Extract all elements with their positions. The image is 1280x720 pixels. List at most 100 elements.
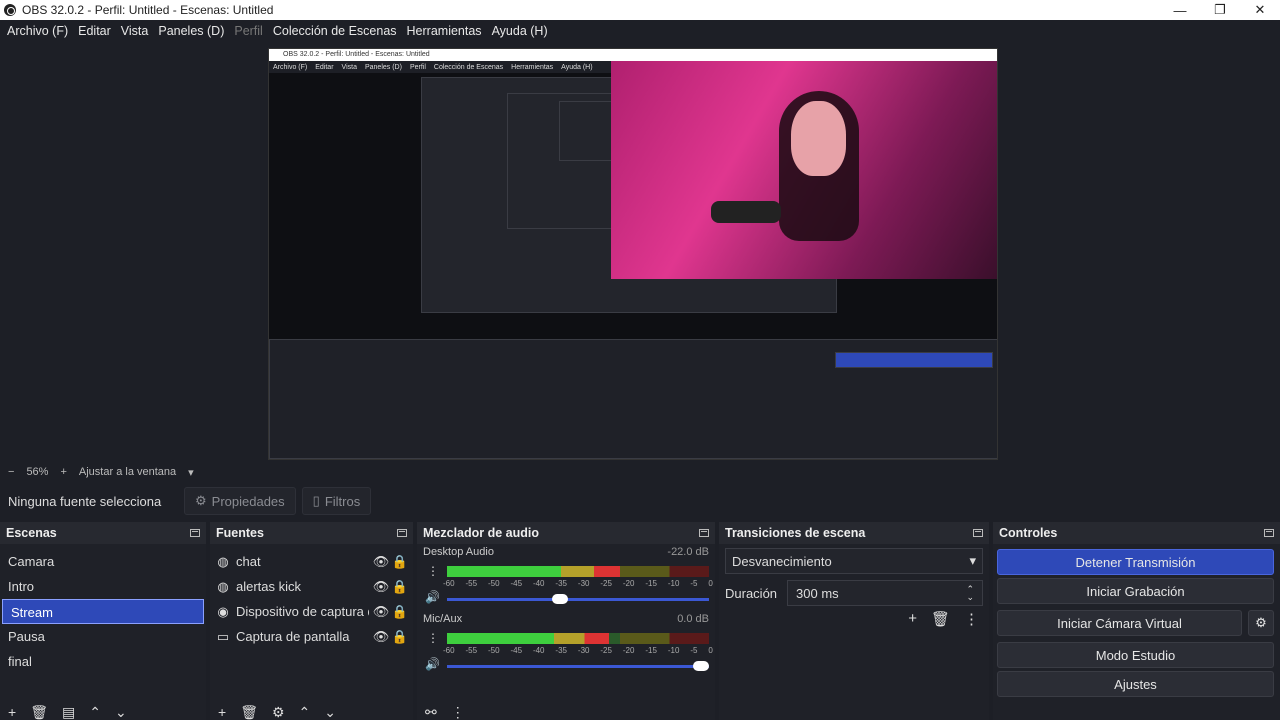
down-icon[interactable]: ⌄ [324,704,336,720]
zoom-out-button[interactable]: − [8,466,14,478]
meter-ticks: -60 -55 -50 -45 -40 -35 -30 -25 -20 -15 -10 -5 0 [443,579,713,588]
source-item-alertas-kick[interactable]: ◍ alertas kick 👁 🔒 [210,574,413,599]
start-recording-button[interactable]: Iniciar Grabación [997,578,1274,604]
scene-item-intro[interactable]: Intro [0,574,206,599]
menu-paneles[interactable]: Paneles (D) [153,24,229,38]
stop-stream-button[interactable]: Detener Transmisión [997,549,1274,575]
nested-window-title: OBS 32.0.2 - Perfil: Untitled - Escenas:… [269,49,997,61]
window-titlebar: OBS 32.0.2 - Perfil: Untitled - Escenas:… [0,0,1280,20]
fit-to-window[interactable]: Ajustar a la ventana [79,466,176,478]
config-icon[interactable]: ▤ [62,704,75,720]
start-virtual-camera-button[interactable]: Iniciar Cámara Virtual [997,610,1242,636]
studio-mode-button[interactable]: Modo Estudio [997,642,1274,668]
chevron-down-icon[interactable]: ▾ [188,466,194,479]
kebab-menu-icon[interactable]: ⋮ [964,610,979,628]
transitions-dock: Transiciones de escena Desvanecimiento ▾… [719,522,989,720]
dock-undock-icon[interactable] [190,529,200,537]
source-name: Captura de pantalla [236,629,350,644]
volume-slider[interactable] [447,594,709,604]
lock-icon[interactable]: 🔒 [392,629,408,644]
tick: -5 [690,579,698,588]
menu-coleccion-escenas[interactable]: Colección de Escenas [268,24,402,38]
lock-icon[interactable]: 🔒 [392,554,408,569]
trash-icon[interactable]: 🗑 [240,704,258,720]
lock-icon[interactable]: 🔒 [392,604,408,619]
scene-item-final[interactable]: final [0,649,206,674]
nested-stop-button [835,352,993,368]
settings-button[interactable]: Ajustes [997,671,1274,697]
controls-header: Controles [993,522,1280,544]
speaker-icon[interactable]: 🔊 [425,590,440,604]
up-icon[interactable]: ⌃ [299,704,311,720]
menu-herramientas[interactable]: Herramientas [402,24,487,38]
filters-button[interactable]: ▯ Filtros [301,487,372,515]
tick: -5 [690,646,698,655]
gear-icon[interactable]: ⚙ [272,704,285,720]
add-icon[interactable]: + [908,610,917,628]
trash-icon[interactable]: 🗑 [931,610,950,628]
link-icon[interactable]: ⚯ [425,704,437,720]
browser-icon: ◍ [217,553,229,569]
menu-vista[interactable]: Vista [116,24,154,38]
tick: -40 [532,579,545,588]
menu-archivo[interactable]: Archivo (F) [2,24,73,38]
slider-thumb[interactable] [551,594,568,604]
add-icon[interactable]: + [8,704,16,720]
tick: -20 [622,579,635,588]
camera-icon: ◉ [217,603,229,619]
virtual-cam-row: Iniciar Cámara Virtual ⚙ [993,607,1280,639]
kebab-menu-icon[interactable]: ⋮ [427,632,439,644]
meter-fill [447,633,610,644]
properties-button[interactable]: ⚙ Propiedades [184,487,296,515]
source-item-capture-device[interactable]: ◉ Dispositivo de captura de 👁 🔒 [210,599,413,624]
menu-perfil[interactable]: Perfil [229,24,267,38]
sources-title: Fuentes [216,526,264,540]
trash-icon[interactable]: 🗑 [30,704,48,720]
scene-item-pausa[interactable]: Pausa [0,624,206,649]
up-icon[interactable]: ⌃ [89,704,101,720]
preview-canvas[interactable]: OBS 32.0.2 - Perfil: Untitled - Escenas:… [268,48,998,460]
minimize-button[interactable]: — [1160,0,1200,20]
browser-icon: ◍ [217,578,229,594]
maximize-button[interactable]: ❐ [1200,0,1240,20]
volume-slider[interactable] [447,661,709,671]
menu-ayuda[interactable]: Ayuda (H) [487,24,553,38]
scene-item-camara[interactable]: Camara [0,549,206,574]
channel-desktop-audio: Desktop Audio -22.0 dB ⋮ -60 -55 -50 -45 -40… [417,546,715,611]
scene-item-stream[interactable]: Stream [2,599,204,624]
channel-db: 0.0 dB [677,613,709,625]
obs-logo-icon [4,4,16,16]
dock-undock-icon[interactable] [397,529,407,537]
close-button[interactable]: ✕ [1240,0,1280,20]
transition-select[interactable]: Desvanecimiento ▾ [725,548,983,574]
eye-icon[interactable]: 👁 [373,579,390,594]
lock-icon[interactable]: 🔒 [392,579,408,594]
eye-icon[interactable]: 👁 [373,604,390,619]
nested-menu-item: Archivo (F) [273,63,308,71]
source-item-chat[interactable]: ◍ chat 👁 🔒 [210,549,413,574]
dock-undock-icon[interactable] [699,529,709,537]
sources-dock: Fuentes ◍ chat 👁 🔒 ◍ alertas kick 👁 🔒 ◉ … [210,522,413,720]
dock-undock-icon[interactable] [973,529,983,537]
controls-body: Detener Transmisión Iniciar Grabación In… [993,544,1280,720]
menu-editar[interactable]: Editar [73,24,116,38]
duration-input[interactable]: 300 ms ⌃ ⌄ [787,580,983,606]
add-icon[interactable]: + [218,704,226,720]
zoom-in-button[interactable]: + [60,466,66,478]
speaker-icon[interactable]: 🔊 [425,657,440,671]
down-icon[interactable]: ⌄ [115,704,127,720]
duration-row: Duración 300 ms ⌃ ⌄ [719,578,989,608]
source-item-screen-capture[interactable]: ▭ Captura de pantalla 👁 🔒 [210,624,413,649]
spinner-icon[interactable]: ⌃ ⌄ [966,585,974,602]
transitions-title: Transiciones de escena [725,526,866,540]
gear-icon[interactable]: ⚙ [1248,610,1274,636]
kebab-menu-icon[interactable]: ⋮ [427,565,439,577]
dock-undock-icon[interactable] [1264,529,1274,537]
audio-meter [447,566,709,577]
eye-icon[interactable]: 👁 [373,629,390,644]
eye-icon[interactable]: 👁 [373,554,390,569]
sources-list: ◍ chat 👁 🔒 ◍ alertas kick 👁 🔒 ◉ Disposit… [210,544,413,720]
tick: -55 [465,646,478,655]
slider-thumb[interactable] [693,661,709,671]
kebab-menu-icon[interactable]: ⋮ [451,704,465,720]
